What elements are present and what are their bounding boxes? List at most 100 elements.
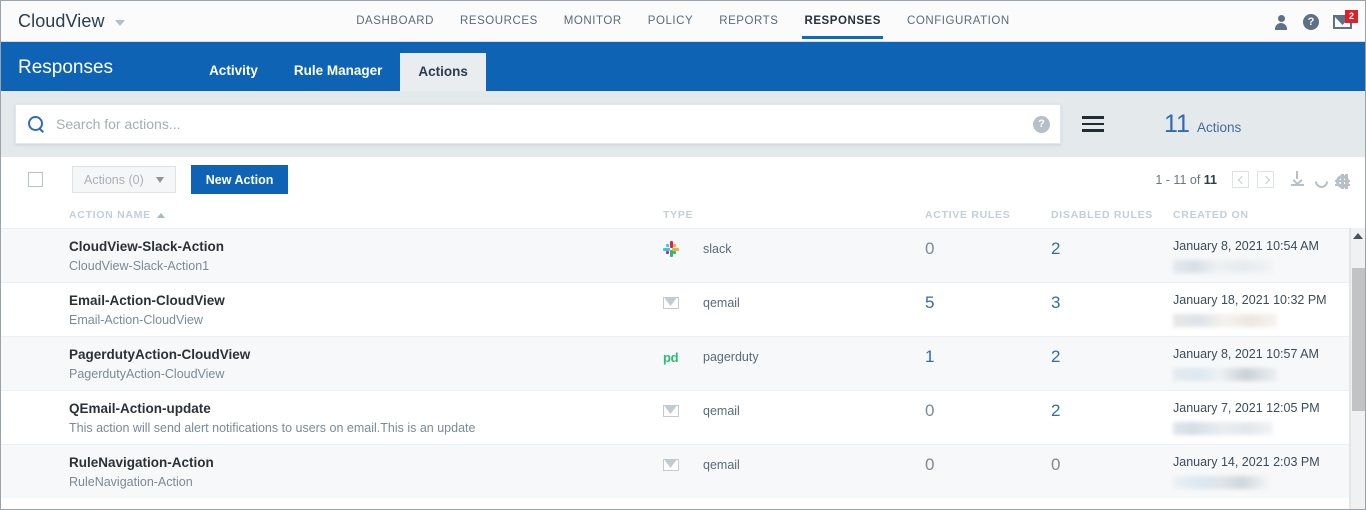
messages-icon[interactable]: 2: [1333, 10, 1358, 30]
column-header-label: DISABLED RULES: [1051, 209, 1153, 221]
active-rules-count[interactable]: 1: [925, 347, 934, 367]
table-row[interactable]: CloudView-Slack-Action CloudView-Slack-Ac…: [1, 228, 1365, 282]
table-row[interactable]: QEmail-Action-update This action will sen…: [1, 390, 1365, 444]
column-header-label: CREATED ON: [1173, 209, 1249, 221]
pagination-range: 1 - 11 of 11: [1155, 173, 1217, 187]
new-action-button[interactable]: New Action: [190, 165, 289, 194]
type-label: qemail: [703, 458, 740, 472]
active-rules-count: 0: [925, 239, 935, 258]
bulk-actions-dropdown[interactable]: Actions (0): [72, 166, 176, 193]
action-description: CloudView-Slack-Action1: [69, 259, 210, 273]
pagerduty-icon: pd: [663, 350, 679, 365]
action-name-link[interactable]: PagerdutyAction-CloudView: [69, 347, 663, 362]
column-header-created[interactable]: CREATED ON: [1173, 209, 1333, 221]
cell-type: qemail: [663, 401, 925, 419]
cell-created-on: January 7, 2021 12:05 PM: [1173, 401, 1333, 435]
message-count-badge: 2: [1345, 10, 1358, 23]
sort-ascending-icon[interactable]: [156, 212, 165, 218]
envelope-icon: [663, 295, 679, 311]
column-header-disabled[interactable]: DISABLED RULES: [1051, 209, 1173, 221]
cell-created-on: January 8, 2021 10:54 AM: [1173, 239, 1333, 273]
select-all-checkbox[interactable]: [28, 172, 43, 187]
action-name-link[interactable]: QEmail-Action-update: [69, 401, 663, 416]
action-name-link[interactable]: CloudView-Slack-Action: [69, 239, 663, 254]
action-description: This action will send alert notification…: [69, 421, 476, 435]
cell-active-rules: 0: [925, 455, 1051, 475]
slack-icon: [663, 241, 679, 257]
tab-rule-manager[interactable]: Rule Manager: [276, 63, 401, 91]
column-header-label: ACTIVE RULES: [925, 209, 1011, 221]
nav-item-dashboard[interactable]: DASHBOARD: [343, 1, 447, 42]
nav-item-reports[interactable]: REPORTS: [706, 1, 791, 42]
top-navigation-bar: CloudView DASHBOARD RESOURCES MONITOR POLIC…: [1, 1, 1365, 42]
cell-disabled-rules: 3: [1051, 293, 1173, 313]
actions-count-label: Actions: [1196, 119, 1242, 135]
column-header-label: ACTION NAME: [69, 209, 151, 221]
redacted-text: [1173, 368, 1277, 381]
cell-created-on: January 18, 2021 10:32 PM: [1173, 293, 1333, 327]
active-rules-count: 0: [925, 455, 935, 474]
help-icon[interactable]: ?: [1303, 13, 1319, 30]
type-label: qemail: [703, 296, 740, 310]
user-profile-icon[interactable]: [1273, 14, 1289, 30]
cell-type: slack: [663, 239, 925, 257]
column-header-name[interactable]: ACTION NAME: [69, 209, 663, 221]
tab-activity[interactable]: Activity: [191, 63, 276, 91]
tab-actions[interactable]: Actions: [400, 53, 486, 91]
action-name-link[interactable]: Email-Action-CloudView: [69, 293, 663, 308]
disabled-rules-count[interactable]: 2: [1051, 347, 1060, 367]
search-strip: ? 11 Actions: [1, 91, 1365, 157]
disabled-rules-count[interactable]: 2: [1051, 239, 1060, 259]
search-box[interactable]: ?: [15, 104, 1061, 144]
disabled-rules-count[interactable]: 3: [1051, 293, 1060, 313]
cell-action-name: CloudView-Slack-Action CloudView-Slack-Ac…: [69, 239, 663, 273]
vertical-scrollbar[interactable]: [1350, 228, 1365, 509]
cell-active-rules: 0: [925, 239, 1051, 259]
content-panel: Actions (0) New Action 1 - 11 of 11 ACTI…: [1, 157, 1365, 509]
cell-created-on: January 14, 2021 2:03 PM: [1173, 455, 1333, 489]
action-description: PagerdutyAction-CloudView: [69, 367, 225, 381]
column-header-label: TYPE: [663, 209, 694, 221]
download-icon[interactable]: [1288, 170, 1307, 189]
cell-active-rules: 0: [925, 401, 1051, 421]
cell-type: pd pagerduty: [663, 347, 925, 365]
table-scroll-area: CloudView-Slack-Action CloudView-Slack-Ac…: [1, 228, 1365, 509]
search-input[interactable]: [56, 116, 1033, 132]
action-description: RuleNavigation-Action: [69, 475, 193, 489]
active-rules-count[interactable]: 5: [925, 293, 934, 313]
table-row[interactable]: PagerdutyAction-CloudView PagerdutyAction…: [1, 336, 1365, 390]
page-title: Responses: [18, 57, 114, 78]
cell-action-name: QEmail-Action-update This action will sen…: [69, 401, 663, 435]
previous-page-button[interactable]: [1232, 171, 1249, 188]
search-help-icon[interactable]: ?: [1033, 115, 1050, 133]
type-label: qemail: [703, 404, 740, 418]
nav-item-resources[interactable]: RESOURCES: [447, 1, 551, 42]
active-rules-count: 0: [925, 401, 935, 420]
nav-item-responses[interactable]: RESPONSES: [791, 1, 894, 42]
cell-action-name: RuleNavigation-Action RuleNavigation-Acti…: [69, 455, 663, 489]
disabled-rules-count[interactable]: 2: [1051, 401, 1060, 421]
redacted-text: [1173, 314, 1277, 327]
column-header-type[interactable]: TYPE: [663, 209, 925, 221]
refresh-icon[interactable]: [1312, 171, 1331, 191]
next-page-button[interactable]: [1257, 171, 1274, 188]
scrollbar-thumb[interactable]: [1352, 268, 1365, 411]
cell-disabled-rules: 2: [1051, 401, 1173, 421]
nav-item-monitor[interactable]: MONITOR: [551, 1, 635, 42]
table-row[interactable]: Email-Action-CloudView Email-Action-Cloud…: [1, 282, 1365, 336]
cell-type: qemail: [663, 293, 925, 311]
nav-item-configuration[interactable]: CONFIGURATION: [894, 1, 1023, 42]
filter-menu-icon[interactable]: [1082, 116, 1104, 132]
column-header-active[interactable]: ACTIVE RULES: [925, 209, 1051, 221]
page-tabs: Activity Rule Manager Actions: [191, 42, 486, 91]
nav-item-policy[interactable]: POLICY: [635, 1, 706, 42]
pagination-total: 11: [1203, 172, 1217, 187]
action-name-link[interactable]: RuleNavigation-Action: [69, 455, 663, 470]
redacted-text: [1173, 260, 1273, 273]
gear-icon[interactable]: [1335, 173, 1350, 189]
table-row[interactable]: RuleNavigation-Action RuleNavigation-Acti…: [1, 444, 1365, 498]
created-on-date: January 8, 2021 10:57 AM: [1173, 347, 1319, 361]
scroll-up-arrow[interactable]: [1353, 233, 1363, 239]
page-header: Responses Activity Rule Manager Actions: [1, 42, 1365, 91]
search-icon: [28, 115, 45, 133]
